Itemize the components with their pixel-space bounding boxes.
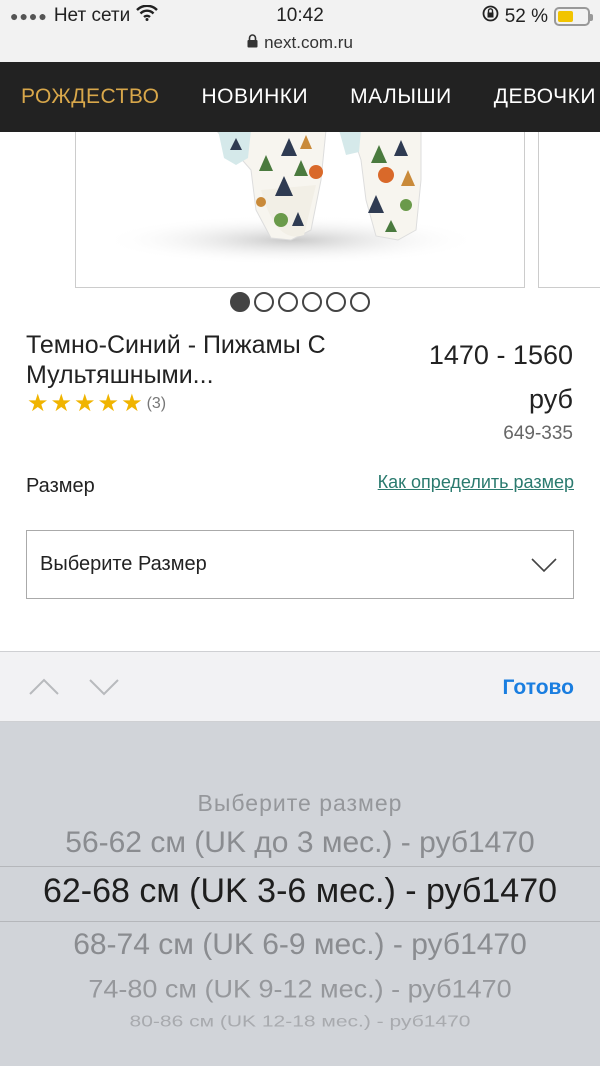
next-product-image[interactable]	[538, 132, 600, 288]
price-range: 1470 - 1560	[428, 340, 573, 370]
size-guide-link[interactable]: Как определить размер	[378, 472, 574, 493]
next-field-button[interactable]	[88, 672, 120, 707]
pagination-dot[interactable]	[350, 292, 370, 312]
product-title-line1: Темно-Синий - Пижамы С	[26, 331, 326, 359]
address-bar[interactable]: next.com.ru	[0, 33, 600, 53]
pagination-dot[interactable]	[326, 292, 346, 312]
battery-icon	[554, 7, 593, 26]
nav-item-christmas[interactable]: РОЖДЕСТВО	[0, 85, 180, 109]
lock-icon	[247, 33, 258, 53]
product-rating[interactable]: ★ ★ ★ ★ ★ (3)	[27, 392, 166, 416]
nav-item-new[interactable]: НОВИНКИ	[180, 85, 329, 109]
picker-toolbar: Готово	[0, 651, 600, 722]
star-icon: ★	[50, 390, 73, 417]
picker-option-selected[interactable]: 62-68 см (UK 3-6 мес.) - руб1470	[0, 872, 600, 911]
picker-option[interactable]: 56-62 см (UK до 3 мес.) - руб1470	[0, 826, 600, 860]
product-sku: 649-335	[503, 423, 573, 444]
star-icon: ★	[121, 390, 143, 417]
product-price: 1470 - 1560 руб	[373, 333, 573, 421]
product-image[interactable]	[75, 132, 525, 288]
orientation-lock-icon	[482, 5, 499, 28]
price-currency: руб	[529, 384, 573, 414]
nav-item-girls[interactable]: ДЕВОЧКИ	[473, 85, 600, 109]
done-button[interactable]: Готово	[503, 676, 574, 700]
pagination-dot[interactable]	[230, 292, 250, 312]
product-title-line2: Мультяшными...	[26, 361, 214, 389]
pagination-dot[interactable]	[278, 292, 298, 312]
picker-option[interactable]: Выберите размер	[0, 790, 600, 817]
picker-option[interactable]: 68-74 см (UK 6-9 мес.) - руб1470	[0, 928, 600, 962]
star-icon: ★	[74, 390, 96, 417]
size-label: Размер	[26, 475, 95, 497]
star-icon: ★	[97, 390, 120, 417]
product-title: Темно-Синий - Пижамы С Мультяшными...	[26, 330, 396, 390]
page: ●●●● Нет сети 10:42 52 % next.com.ru РОЖ…	[0, 0, 600, 1066]
category-nav: РОЖДЕСТВО НОВИНКИ МАЛЫШИ ДЕВОЧКИ	[0, 62, 600, 132]
chevron-down-icon	[529, 549, 559, 584]
status-right: 52 %	[482, 5, 593, 28]
picker-option[interactable]: 80-86 см (UK 12-18 мес.) - руб1470	[0, 1013, 600, 1031]
battery-percent: 52 %	[504, 5, 548, 27]
status-bar: ●●●● Нет сети 10:42 52 % next.com.ru	[0, 0, 600, 62]
product-gallery[interactable]	[0, 132, 600, 288]
pagination-dot[interactable]	[254, 292, 274, 312]
rating-count: (3)	[146, 395, 167, 412]
pagination-dot[interactable]	[302, 292, 322, 312]
picker-option[interactable]: 74-80 см (UK 9-12 мес.) - руб1470	[0, 975, 600, 1004]
size-select[interactable]: Выберите Размер	[26, 530, 574, 599]
previous-field-button[interactable]	[28, 672, 60, 707]
nav-item-babies[interactable]: МАЛЫШИ	[329, 85, 473, 109]
gallery-pagination	[0, 292, 600, 312]
url-text: next.com.ru	[264, 33, 353, 52]
size-picker-wheel[interactable]: Выберите размер 56-62 см (UK до 3 мес.) …	[0, 722, 600, 1066]
size-select-value: Выберите Размер	[40, 553, 207, 575]
star-icon: ★	[27, 390, 49, 417]
